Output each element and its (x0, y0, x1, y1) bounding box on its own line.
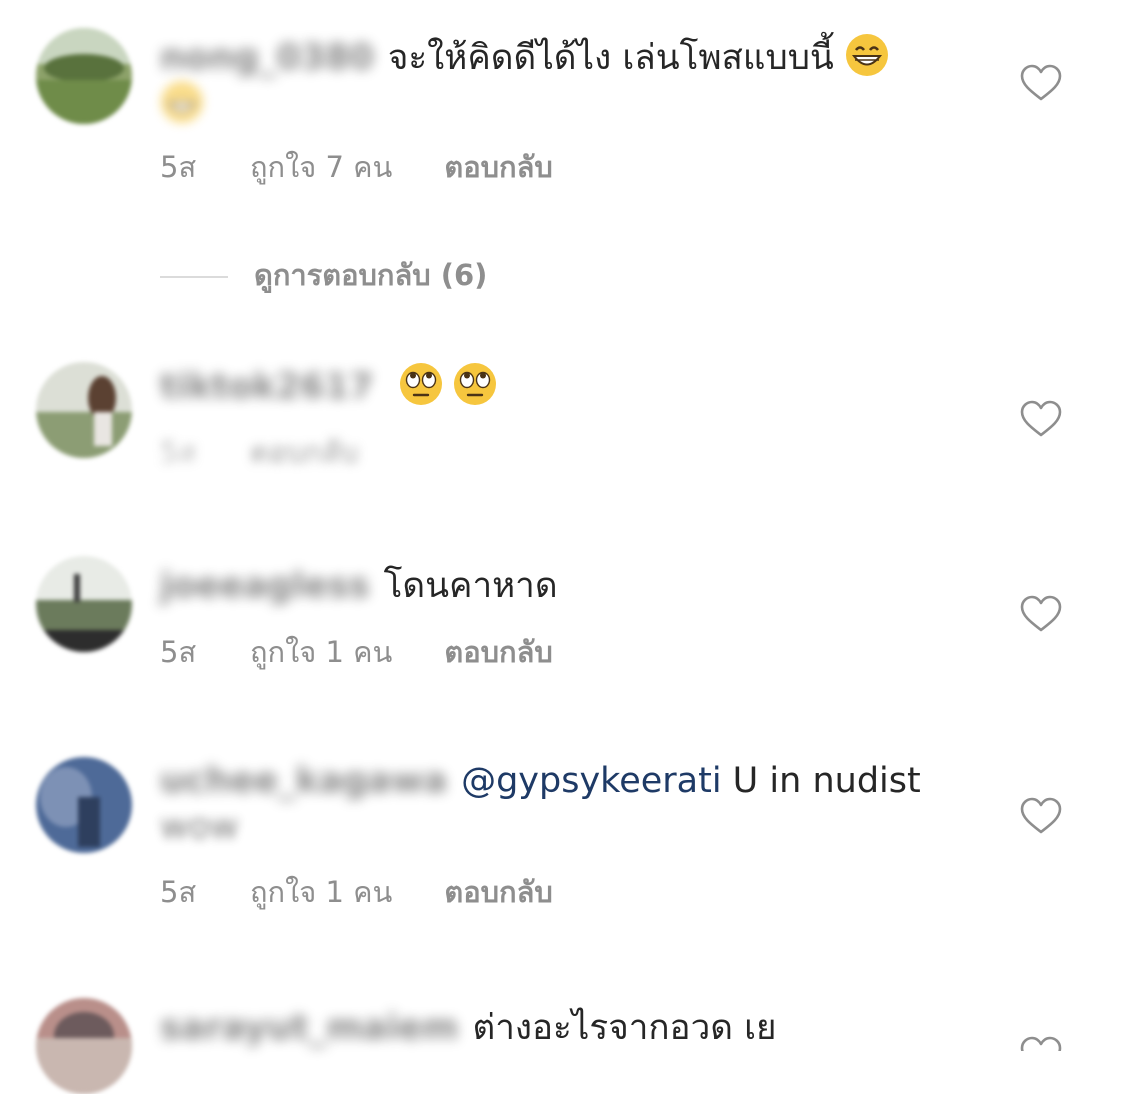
comment-text: U in nudist (721, 761, 921, 801)
like-heart-icon[interactable] (1020, 595, 1062, 633)
reply-button[interactable]: ตอบกลับ (444, 147, 552, 187)
comment-username[interactable]: nong_0380 (160, 35, 374, 81)
comment-username[interactable]: sarayut_maiem (160, 1005, 459, 1051)
mention-link[interactable]: @gypsykeerati (461, 761, 721, 801)
avatar[interactable] (36, 998, 132, 1094)
grinning-face-icon (845, 34, 888, 76)
comment-username[interactable]: joeeagless (160, 563, 370, 609)
like-heart-icon[interactable] (1020, 64, 1062, 102)
view-replies-button[interactable]: ดูการตอบกลับ (6) (160, 255, 487, 295)
comment-text: จะให้คิดดีได้ไง เล่นโพสแบบนี้ (387, 38, 834, 78)
like-heart-icon[interactable] (1020, 797, 1062, 835)
comment-text: ต่างอะไรจากอวด เย (472, 1008, 777, 1048)
reply-button[interactable]: ตอบกลับ (444, 632, 552, 672)
divider-line (160, 276, 228, 278)
view-replies-label[interactable]: ดูการตอบกลับ (6) (254, 258, 487, 292)
reply-button[interactable]: ตอบกลับ (444, 872, 552, 912)
avatar[interactable] (36, 757, 132, 853)
like-heart-icon[interactable] (1020, 400, 1062, 438)
face-with-rolling-eyes-icon (399, 363, 442, 405)
avatar[interactable] (36, 362, 132, 458)
grinning-face-icon (161, 81, 203, 123)
comment-time: 5ส (160, 875, 197, 909)
comment-text: โดนคาหาด (383, 566, 558, 606)
comment-subtext: wow (160, 807, 239, 847)
avatar[interactable] (36, 556, 132, 652)
like-heart-icon[interactable] (1020, 1036, 1062, 1051)
comment-likes[interactable]: ถูกใจ 1 คน (250, 632, 392, 672)
comment-likes[interactable]: ถูกใจ 1 คน (250, 872, 392, 912)
avatar[interactable] (36, 28, 132, 124)
comment-username[interactable]: uchee_kagawa (160, 758, 447, 804)
comment-time: 5ส (160, 150, 197, 184)
reply-button[interactable]: ตอบกลับ (250, 432, 358, 472)
comment-time: 5ส (160, 635, 197, 669)
comment-time: 5ส (160, 435, 197, 469)
comment-username[interactable]: tiktok2617 (160, 364, 373, 410)
comment-likes[interactable]: ถูกใจ 7 คน (250, 147, 392, 187)
face-with-rolling-eyes-icon (453, 363, 496, 405)
